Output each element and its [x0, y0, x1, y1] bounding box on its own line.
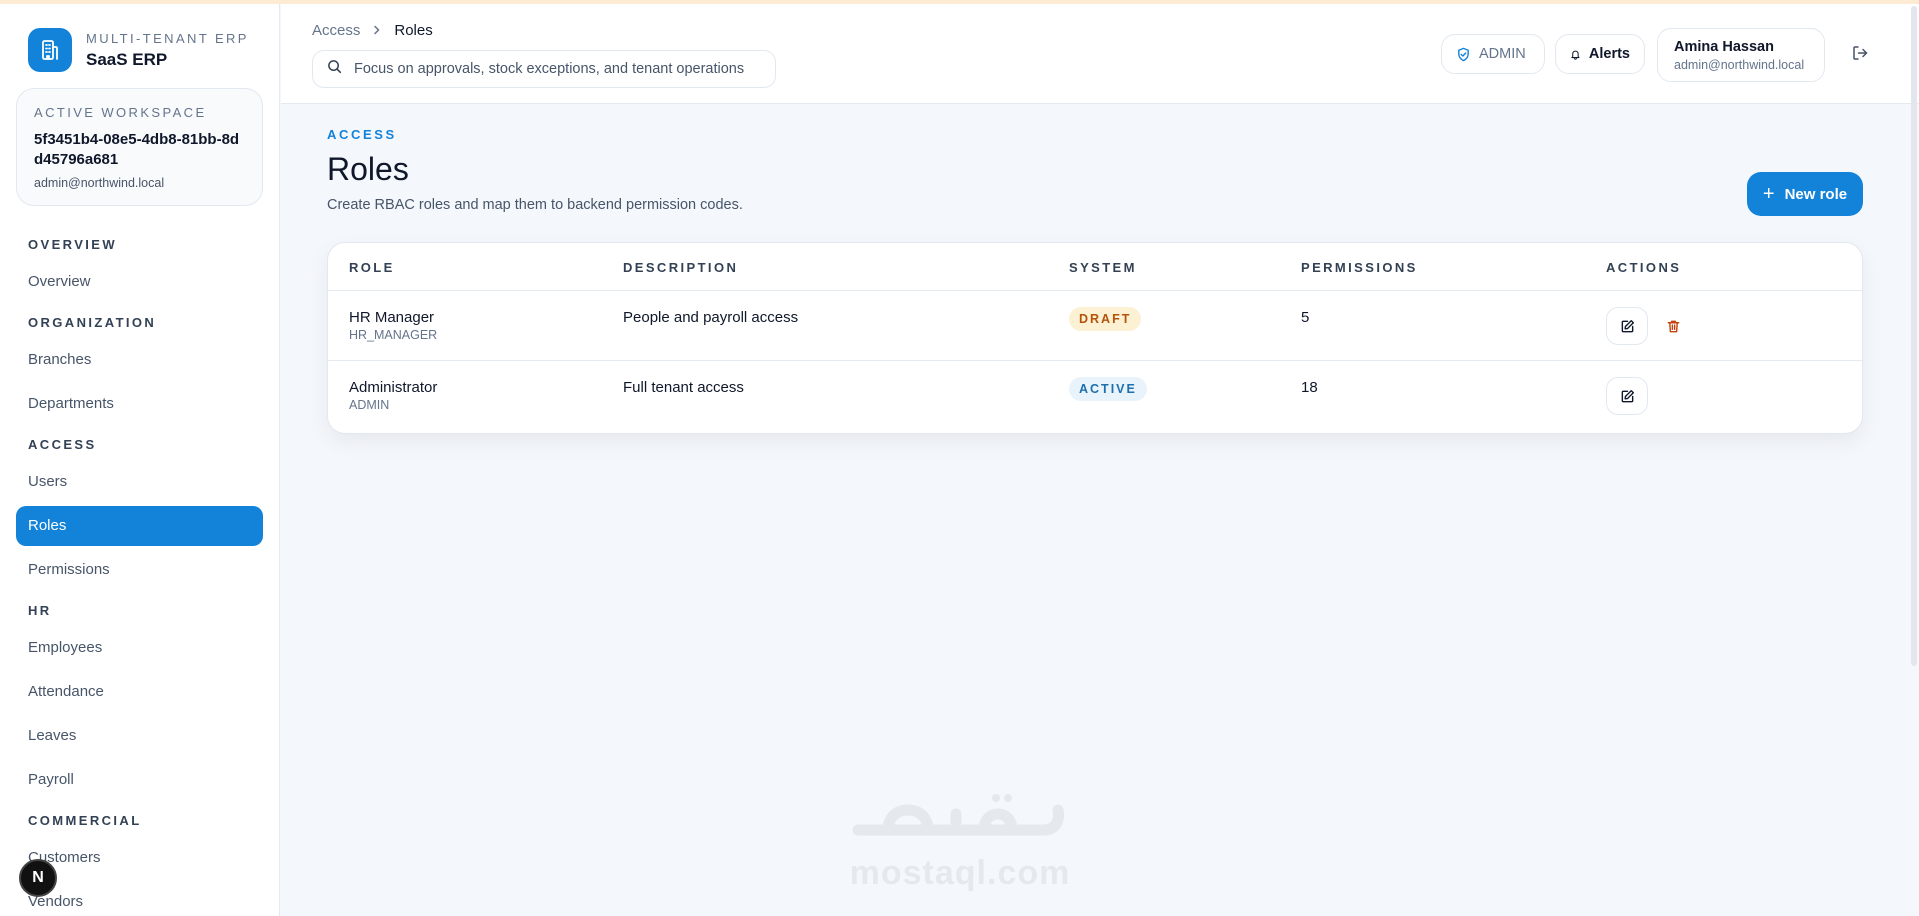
permission-count: 18	[1301, 379, 1318, 396]
watermark-logo: mostaql.com	[844, 790, 1076, 896]
edit-role-button[interactable]	[1606, 307, 1648, 345]
breadcrumb: Access Roles	[312, 22, 433, 39]
user-menu[interactable]: Amina Hassan admin@northwind.local	[1657, 28, 1825, 82]
table-header: ROLE DESCRIPTION SYSTEM PERMISSIONS ACTI…	[328, 243, 1862, 291]
new-role-label: New role	[1784, 185, 1848, 203]
search-box[interactable]	[312, 50, 776, 88]
sidebar-item-payroll[interactable]: Payroll	[16, 760, 263, 800]
breadcrumb-roles: Roles	[394, 22, 433, 39]
sidebar-nav: OVERVIEW Overview ORGANIZATION Branches …	[16, 228, 263, 916]
shield-check-icon	[1458, 47, 1469, 61]
column-header-actions: ACTIONS	[1606, 260, 1682, 275]
nav-section-overview: OVERVIEW	[28, 237, 118, 252]
bell-icon	[1571, 50, 1580, 60]
delete-role-button[interactable]	[1658, 311, 1688, 341]
edit-icon	[1621, 389, 1634, 402]
page-title: Roles	[327, 151, 409, 187]
trash-icon	[1667, 320, 1679, 332]
sidebar: MULTI-TENANT ERP SaaS ERP ACTIVE WORKSPA…	[0, 4, 280, 916]
page-subtitle: Create RBAC roles and map them to backen…	[327, 197, 743, 213]
user-name: Amina Hassan	[1674, 39, 1774, 55]
dev-tools-badge[interactable]: N	[19, 859, 57, 897]
sidebar-item-permissions[interactable]: Permissions	[16, 550, 263, 590]
sidebar-item-attendance[interactable]: Attendance	[16, 672, 263, 712]
sidebar-item-branches[interactable]: Branches	[16, 340, 263, 380]
user-email: admin@northwind.local	[1674, 58, 1805, 72]
sidebar-item-employees[interactable]: Employees	[16, 628, 263, 668]
workspace-id: 5f3451b4-08e5-4db8-81bb-8dd45796a681	[34, 131, 240, 168]
role-chip[interactable]: ADMIN	[1441, 34, 1545, 74]
role-code: ADMIN	[349, 398, 390, 412]
workspace-label: ACTIVE WORKSPACE	[34, 105, 207, 120]
permission-count: 5	[1301, 309, 1310, 326]
table-row: Administrator ADMIN Full tenant access A…	[328, 361, 1862, 431]
top-accent-bar	[0, 0, 1919, 4]
status-badge: ACTIVE	[1069, 377, 1147, 401]
edit-role-button[interactable]	[1606, 377, 1648, 415]
breadcrumb-access[interactable]: Access	[312, 22, 360, 39]
brand-name: SaaS ERP	[86, 49, 168, 69]
sidebar-item-overview[interactable]: Overview	[16, 262, 263, 302]
watermark-text: mostaql.com	[849, 854, 1071, 892]
alerts-button[interactable]: Alerts	[1555, 34, 1645, 74]
role-code: HR_MANAGER	[349, 328, 438, 342]
sidebar-item-leaves[interactable]: Leaves	[16, 716, 263, 756]
workspace-card[interactable]: ACTIVE WORKSPACE 5f3451b4-08e5-4db8-81bb…	[16, 88, 263, 206]
main-content: ACCESS Roles Create RBAC roles and map t…	[281, 105, 1919, 916]
role-description: Full tenant access	[623, 379, 744, 396]
brand-eyebrow: MULTI-TENANT ERP	[86, 30, 249, 46]
workspace-email: admin@northwind.local	[34, 176, 165, 190]
role-name: HR Manager	[349, 309, 435, 326]
sidebar-item-users[interactable]: Users	[16, 462, 263, 502]
nav-section-hr: HR	[28, 603, 52, 618]
alerts-label: Alerts	[1588, 46, 1630, 62]
edit-icon	[1621, 319, 1634, 332]
search-input[interactable]	[354, 61, 754, 77]
column-header-permissions: PERMISSIONS	[1301, 260, 1418, 275]
nav-section-commercial: COMMERCIAL	[28, 813, 142, 828]
top-header: Access Roles ADMIN Alerts Amina Hassan a…	[281, 4, 1919, 104]
new-role-button[interactable]: + New role	[1747, 172, 1863, 216]
status-badge: DRAFT	[1069, 307, 1142, 331]
column-header-system: SYSTEM	[1069, 260, 1137, 275]
search-icon	[327, 59, 342, 79]
sidebar-item-roles[interactable]: Roles	[16, 506, 263, 546]
role-name: Administrator	[349, 379, 438, 396]
nav-section-access: ACCESS	[28, 437, 97, 452]
roles-table: ROLE DESCRIPTION SYSTEM PERMISSIONS ACTI…	[327, 242, 1863, 434]
column-header-role: ROLE	[349, 260, 395, 275]
building-icon	[28, 28, 72, 72]
page-eyebrow: ACCESS	[327, 127, 397, 142]
role-chip-label: ADMIN	[1479, 46, 1526, 62]
page-scrollbar[interactable]	[1911, 6, 1917, 666]
brand[interactable]: MULTI-TENANT ERP SaaS ERP	[28, 28, 249, 72]
nav-section-organization: ORGANIZATION	[28, 315, 157, 330]
chevron-right-icon	[372, 23, 382, 38]
plus-icon: +	[1762, 183, 1775, 205]
role-description: People and payroll access	[623, 309, 799, 326]
table-row: HR Manager HR_MANAGER People and payroll…	[328, 291, 1862, 361]
sidebar-item-departments[interactable]: Departments	[16, 384, 263, 424]
column-header-description: DESCRIPTION	[623, 260, 739, 275]
logout-icon[interactable]	[1851, 44, 1869, 67]
